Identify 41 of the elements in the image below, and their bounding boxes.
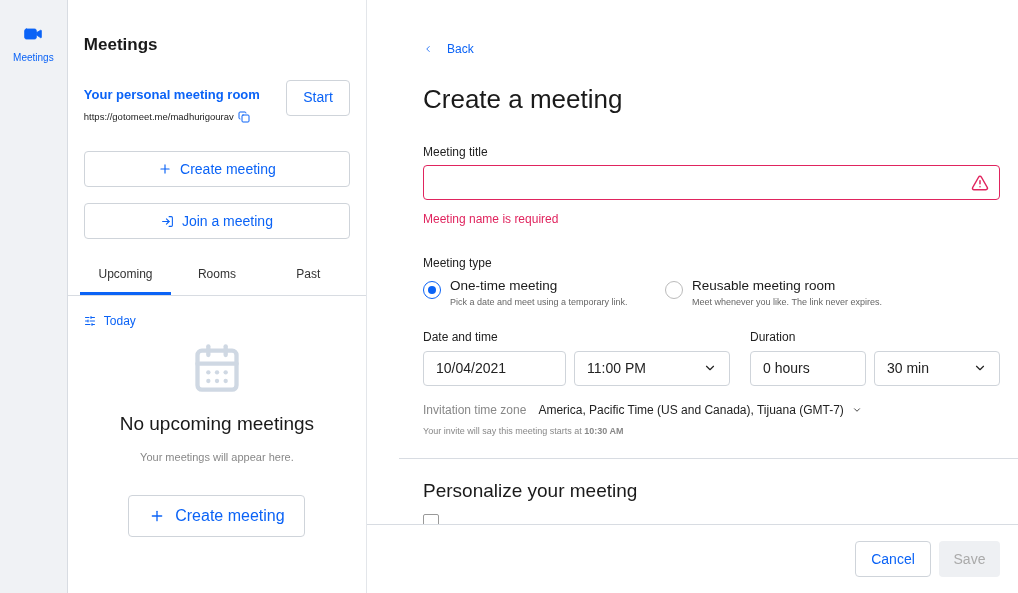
chevron-left-icon bbox=[423, 44, 433, 54]
option-description: Meet whenever you like. The link never expires. bbox=[692, 296, 882, 310]
back-link[interactable]: Back bbox=[423, 40, 474, 58]
date-field[interactable]: 10/04/2021 bbox=[423, 350, 566, 386]
warning-icon bbox=[971, 173, 989, 192]
field-label: Duration bbox=[750, 328, 797, 346]
option-title: One-time meeting bbox=[450, 277, 559, 295]
invite-note: Your invite will say this meeting starts at 10:30 AM bbox=[423, 424, 625, 438]
rail-item[interactable]: Meetings bbox=[13, 24, 54, 65]
timezone-label: Invitation time zone bbox=[423, 401, 527, 419]
filter-icon bbox=[83, 315, 96, 328]
create-meeting-button[interactable]: Create meeting bbox=[128, 495, 306, 538]
cancel-button[interactable]: Cancel bbox=[855, 541, 931, 577]
personal-room-title: Your personal meeting room bbox=[83, 85, 260, 104]
field-label: Meeting type bbox=[423, 255, 493, 272]
copy-icon[interactable] bbox=[237, 111, 250, 124]
timezone-dropdown[interactable]: America, Pacific Time (US and Canada), Tijuana (GMT-7) bbox=[538, 400, 862, 419]
sidebar-title: Meetings bbox=[83, 34, 159, 56]
room-url: https://gotomeet.me/madhurigourav bbox=[83, 110, 234, 124]
join-meeting-button[interactable]: Join a meeting bbox=[83, 203, 350, 240]
section-title: Personalize your meeting bbox=[423, 479, 639, 504]
tab[interactable]: Rooms bbox=[171, 255, 263, 296]
tab[interactable]: Upcoming bbox=[79, 255, 172, 296]
hours-field[interactable]: 0 hours bbox=[750, 350, 866, 386]
time-dropdown[interactable]: 11:00 PM bbox=[574, 350, 730, 386]
error-message: Meeting name is required bbox=[423, 211, 560, 228]
empty-text: Your meetings will appear here. bbox=[140, 449, 294, 465]
minutes-dropdown[interactable]: 30 min bbox=[874, 350, 1000, 386]
tab[interactable]: Past bbox=[262, 255, 354, 296]
enter-icon bbox=[160, 214, 174, 228]
field-label: Meeting title bbox=[423, 144, 489, 161]
empty-title: No upcoming meetings bbox=[119, 412, 315, 437]
option-title: Reusable meeting room bbox=[692, 277, 837, 295]
plus-icon bbox=[158, 162, 173, 177]
today-filter[interactable]: Today bbox=[83, 312, 136, 331]
field-label: Date and time bbox=[423, 328, 499, 346]
title-input[interactable] bbox=[423, 165, 1000, 200]
form-title: Create a meeting bbox=[423, 83, 624, 116]
start-button[interactable]: Start bbox=[286, 79, 350, 116]
create-meeting-button[interactable]: Create meeting bbox=[83, 151, 350, 188]
option-description: Pick a date and meet using a temporary link. bbox=[450, 296, 628, 310]
